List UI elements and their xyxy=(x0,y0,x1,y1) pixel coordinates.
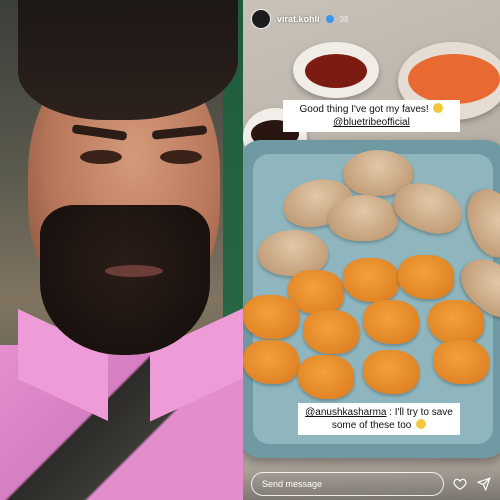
verified-badge-icon xyxy=(325,15,334,23)
profile-avatar[interactable] xyxy=(251,9,271,29)
send-message-input[interactable]: Send message xyxy=(251,472,444,496)
mention-anushkasharma[interactable]: @anushkasharma xyxy=(305,407,386,418)
chicken-nugget xyxy=(363,350,419,394)
chicken-nugget xyxy=(243,340,299,384)
red-chutney xyxy=(305,54,367,88)
caption-top-text: Good thing I've got my faves! xyxy=(299,104,429,115)
split-image: virat.kohli 38 Good thing I've got my fa… xyxy=(0,0,500,500)
chicken-nugget xyxy=(433,340,489,384)
chicken-nugget xyxy=(243,295,299,339)
sauce-bowl-red xyxy=(293,42,379,98)
chicken-nugget xyxy=(398,255,454,299)
chicken-nugget xyxy=(343,258,399,302)
eye-right xyxy=(160,150,202,164)
momo xyxy=(328,195,398,241)
send-icon[interactable] xyxy=(476,476,492,492)
hair xyxy=(18,0,238,120)
chicken-nugget xyxy=(428,300,484,344)
instagram-story: virat.kohli 38 Good thing I've got my fa… xyxy=(243,0,500,500)
beard xyxy=(40,205,210,355)
chicken-nugget xyxy=(303,310,359,354)
portrait-photo xyxy=(0,0,243,500)
story-footer: Send message xyxy=(243,468,500,500)
eye-left xyxy=(80,150,122,164)
tomato-soup xyxy=(408,54,500,104)
story-time: 38 xyxy=(339,14,349,24)
chicken-nugget xyxy=(363,300,419,344)
mouth xyxy=(105,265,163,277)
story-username[interactable]: virat.kohli xyxy=(277,14,320,24)
story-caption-top: Good thing I've got my faves! @bluetribe… xyxy=(283,100,460,132)
sunglasses-emoji-icon xyxy=(433,103,444,113)
story-caption-bottom: @anushkasharma : I'll try to save some o… xyxy=(298,403,460,435)
mention-bluetribeofficial[interactable]: @bluetribeofficial xyxy=(333,117,410,128)
grin-emoji-icon xyxy=(416,419,427,429)
heart-icon[interactable] xyxy=(452,476,468,492)
story-header: virat.kohli 38 xyxy=(251,8,492,30)
chicken-nugget xyxy=(298,355,354,399)
